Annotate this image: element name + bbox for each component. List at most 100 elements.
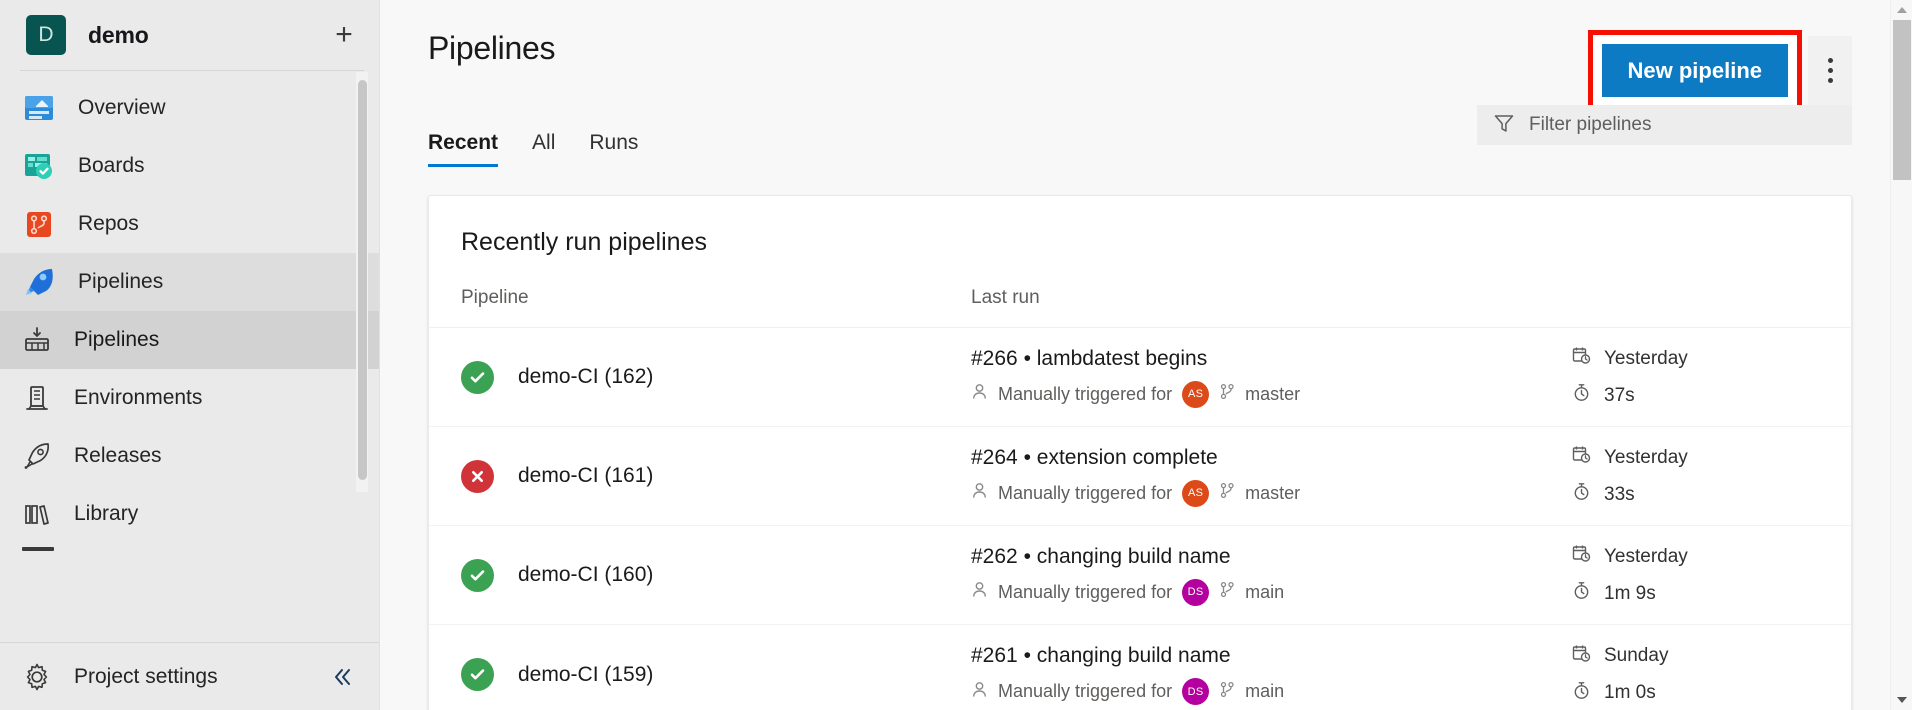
run-date: Sunday	[1559, 644, 1819, 669]
sidebar-item-label: Library	[74, 502, 138, 526]
time-cell: Sunday 1m 0s	[1559, 644, 1819, 706]
main-inner: Pipelines New pipeline Recent All Runs	[380, 0, 1912, 710]
add-new-button[interactable]: +	[322, 13, 366, 57]
pipeline-name[interactable]: demo-CI (159)	[518, 663, 653, 687]
new-pipeline-highlight: New pipeline	[1588, 30, 1802, 111]
boards-icon	[22, 149, 56, 183]
chevron-double-left-icon[interactable]	[322, 657, 362, 697]
page-scrollbar[interactable]	[1890, 0, 1912, 710]
run-separator: •	[1024, 644, 1031, 667]
run-title[interactable]: #264 • extension complete	[971, 446, 1559, 470]
funnel-icon	[1493, 112, 1515, 139]
table-row[interactable]: demo-CI (159) #261 • changing build name	[429, 625, 1851, 710]
run-date: Yesterday	[1559, 544, 1819, 569]
x-circle-icon	[461, 460, 494, 493]
avatar[interactable]: AS	[1182, 381, 1209, 408]
avatar[interactable]: AS	[1182, 480, 1209, 507]
branch-icon	[1219, 482, 1236, 504]
table-row[interactable]: demo-CI (162) #266 • lambdatest begins	[429, 328, 1851, 427]
repos-icon	[22, 207, 56, 241]
main-content: Pipelines New pipeline Recent All Runs	[380, 0, 1912, 710]
stopwatch-icon	[1572, 383, 1591, 408]
filter-pipelines-input[interactable]: Filter pipelines	[1477, 105, 1852, 145]
run-separator: •	[1024, 446, 1031, 469]
sidebar-item-repos[interactable]: Repos	[0, 195, 380, 253]
new-pipeline-button[interactable]: New pipeline	[1602, 44, 1788, 97]
last-run-cell: #261 • changing build name Manually trig…	[971, 644, 1559, 705]
sidebar: D demo + Overview	[0, 0, 380, 710]
column-header-last-run: Last run	[971, 287, 1559, 309]
avatar[interactable]: DS	[1182, 678, 1209, 705]
duration-text: 33s	[1604, 484, 1635, 506]
branch-name[interactable]: master	[1245, 384, 1300, 405]
calendar-clock-icon	[1572, 544, 1591, 569]
pipeline-name[interactable]: demo-CI (162)	[518, 365, 653, 389]
run-date: Yesterday	[1559, 445, 1819, 470]
check-circle-icon	[461, 361, 494, 394]
sidebar-item-partial[interactable]	[0, 543, 380, 557]
duration-text: 37s	[1604, 385, 1635, 407]
kebab-dot	[1828, 78, 1833, 83]
pipeline-name[interactable]: demo-CI (160)	[518, 563, 653, 587]
kebab-menu-icon[interactable]	[1808, 36, 1852, 106]
sidebar-item-library[interactable]: Library	[0, 485, 380, 543]
run-id: #262	[971, 545, 1018, 568]
trigger-text: Manually triggered for	[998, 681, 1172, 702]
scroll-down-arrow-icon[interactable]	[1891, 690, 1912, 710]
page-scrollbar-thumb[interactable]	[1893, 20, 1911, 180]
run-separator: •	[1024, 347, 1031, 370]
person-icon	[971, 681, 988, 703]
sidebar-item-pipelines-sub[interactable]: Pipelines	[0, 311, 380, 369]
branch-name[interactable]: main	[1245, 681, 1284, 702]
run-title[interactable]: #262 • changing build name	[971, 545, 1559, 569]
trigger-text: Manually triggered for	[998, 384, 1172, 405]
run-title[interactable]: #261 • changing build name	[971, 644, 1559, 668]
filter-placeholder: Filter pipelines	[1529, 114, 1652, 136]
pipeline-cell: demo-CI (162)	[461, 361, 971, 394]
last-run-cell: #262 • changing build name Manually trig…	[971, 545, 1559, 606]
column-header-time	[1559, 287, 1819, 309]
page-header: Pipelines New pipeline	[380, 0, 1912, 111]
stopwatch-icon	[1572, 681, 1591, 706]
sidebar-scrollbar-thumb[interactable]	[358, 80, 367, 480]
run-date: Yesterday	[1559, 346, 1819, 371]
run-duration: 33s	[1559, 482, 1819, 507]
releases-rocket-icon	[22, 441, 52, 471]
branch-name[interactable]: master	[1245, 483, 1300, 504]
calendar-clock-icon	[1572, 644, 1591, 669]
stopwatch-icon	[1572, 581, 1591, 606]
stopwatch-icon	[1572, 482, 1591, 507]
sidebar-item-releases[interactable]: Releases	[0, 427, 380, 485]
sidebar-item-boards[interactable]: Boards	[0, 137, 380, 195]
library-icon	[22, 499, 52, 529]
duration-text: 1m 9s	[1604, 583, 1656, 605]
branch-name[interactable]: main	[1245, 582, 1284, 603]
sidebar-item-label: Pipelines	[78, 270, 163, 294]
tab-all[interactable]: All	[532, 131, 555, 167]
run-subtitle: Manually triggered for AS master	[971, 381, 1559, 408]
run-message: lambdatest begins	[1037, 347, 1207, 370]
avatar[interactable]: DS	[1182, 579, 1209, 606]
date-text: Yesterday	[1604, 447, 1688, 469]
scroll-up-arrow-icon[interactable]	[1891, 0, 1912, 20]
branch-icon	[1219, 681, 1236, 703]
run-message: extension complete	[1037, 446, 1218, 469]
run-duration: 1m 0s	[1559, 681, 1819, 706]
run-duration: 37s	[1559, 383, 1819, 408]
sidebar-item-label: Overview	[78, 96, 166, 120]
pipeline-name[interactable]: demo-CI (161)	[518, 464, 653, 488]
sidebar-item-pipelines[interactable]: Pipelines	[0, 253, 380, 311]
table-row[interactable]: demo-CI (160) #262 • changing build name	[429, 526, 1851, 625]
kebab-dot	[1828, 68, 1833, 73]
run-id: #261	[971, 644, 1018, 667]
card-title: Recently run pipelines	[429, 196, 1851, 257]
tab-runs[interactable]: Runs	[589, 131, 638, 167]
sidebar-item-overview[interactable]: Overview	[0, 79, 380, 137]
header-actions: New pipeline	[1588, 30, 1852, 111]
recently-run-pipelines-card: Recently run pipelines Pipeline Last run…	[428, 195, 1852, 710]
calendar-clock-icon	[1572, 346, 1591, 371]
table-row[interactable]: demo-CI (161) #264 • extension complete	[429, 427, 1851, 526]
tab-recent[interactable]: Recent	[428, 131, 498, 167]
sidebar-item-environments[interactable]: Environments	[0, 369, 380, 427]
run-title[interactable]: #266 • lambdatest begins	[971, 347, 1559, 371]
